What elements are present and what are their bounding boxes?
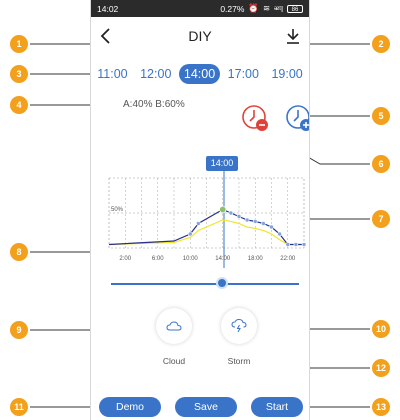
tab-1400[interactable]: 14:00 — [178, 64, 221, 84]
time-slider-track[interactable] — [111, 283, 299, 285]
storm-label: Storm — [227, 356, 251, 366]
save-button[interactable]: Save — [175, 397, 237, 417]
cloud-icon — [166, 321, 182, 331]
top-bar: DIY — [91, 24, 309, 50]
battery-icon: 86 — [287, 4, 303, 13]
data-point[interactable] — [293, 242, 299, 247]
ratio-a: A:40% — [123, 99, 153, 110]
callout-badge-11: 11 — [10, 398, 28, 416]
callout-badge-8: 8 — [10, 243, 28, 261]
callout-badge-10: 10 — [372, 320, 390, 338]
data-point[interactable] — [301, 242, 307, 247]
callout-badge-12: 12 — [372, 359, 390, 377]
callout-badge-2: 2 — [372, 35, 390, 53]
data-point[interactable] — [277, 231, 282, 237]
x-tick-label: 18:00 — [248, 256, 264, 262]
status-speed: 0.27% — [220, 3, 245, 14]
channel-ratio: A:40% B:60% — [123, 99, 185, 110]
x-tick-label: 2:00 — [119, 256, 131, 262]
data-point[interactable] — [252, 219, 258, 224]
light-curve-chart[interactable]: 50% 2:00 6:00 10:00 14:00 18:00 22:00 — [91, 168, 310, 268]
storm-button[interactable] — [221, 308, 257, 344]
delete-timepoint-button[interactable] — [241, 104, 269, 132]
data-point[interactable] — [285, 242, 291, 247]
status-icons: 0.27% ⏰ ≋ ᵆᵗl 86 — [220, 3, 303, 14]
x-tick-label: 22:00 — [280, 256, 296, 262]
ratio-b: B:60% — [155, 99, 185, 110]
data-point[interactable] — [196, 221, 201, 226]
alarm-icon: ⏰ — [248, 3, 260, 13]
x-tick-label: 14:00 — [215, 256, 231, 262]
y-axis-label: 50% — [111, 207, 124, 213]
data-point[interactable] — [219, 205, 227, 213]
callout-badge-3: 3 — [10, 65, 28, 83]
tab-1900[interactable]: 19:00 — [266, 64, 307, 84]
data-point[interactable] — [187, 231, 193, 237]
download-icon[interactable] — [283, 26, 303, 46]
callout-badge-13: 13 — [372, 398, 390, 416]
cloud-button[interactable] — [156, 308, 192, 344]
status-bar: 14:02 0.27% ⏰ ≋ ᵆᵗl 86 — [91, 0, 309, 17]
status-time: 14:02 — [97, 3, 119, 14]
demo-button[interactable]: Demo — [99, 397, 161, 417]
callout-badge-5: 5 — [372, 107, 390, 125]
start-button[interactable]: Start — [251, 397, 303, 417]
data-point[interactable] — [244, 217, 250, 223]
page-title: DIY — [188, 28, 212, 44]
data-point[interactable] — [228, 210, 234, 216]
callout-badge-1: 1 — [10, 35, 28, 53]
time-tabs: 11:00 12:00 14:00 17:00 19:00 — [91, 62, 309, 86]
time-slider-thumb[interactable] — [216, 277, 228, 289]
callout-badge-6: 6 — [372, 155, 390, 173]
tab-1100[interactable]: 11:00 — [92, 64, 132, 84]
chart-series — [108, 205, 307, 247]
tab-1200[interactable]: 12:00 — [135, 64, 176, 84]
storm-icon — [231, 319, 247, 333]
add-timepoint-button[interactable] — [285, 104, 310, 132]
x-axis-ticks: 2:00 6:00 10:00 14:00 18:00 22:00 — [119, 256, 296, 262]
data-point[interactable] — [269, 224, 274, 230]
data-point[interactable] — [236, 214, 242, 219]
x-tick-label: 6:00 — [152, 256, 164, 262]
phone-screen: 14:02 0.27% ⏰ ≋ ᵆᵗl 86 DIY 11:00 12:00 1… — [90, 0, 310, 420]
data-point[interactable] — [261, 221, 266, 226]
callout-badge-7: 7 — [372, 210, 390, 228]
tab-1700[interactable]: 17:00 — [223, 64, 264, 84]
callout-badge-9: 9 — [10, 321, 28, 339]
chart-grid — [108, 177, 305, 249]
x-tick-label: 10:00 — [183, 256, 199, 262]
wifi-icon: ≋ — [263, 3, 271, 13]
cloud-label: Cloud — [162, 356, 186, 366]
callout-badge-4: 4 — [10, 96, 28, 114]
signal-icon: ᵆᵗl — [274, 3, 283, 14]
